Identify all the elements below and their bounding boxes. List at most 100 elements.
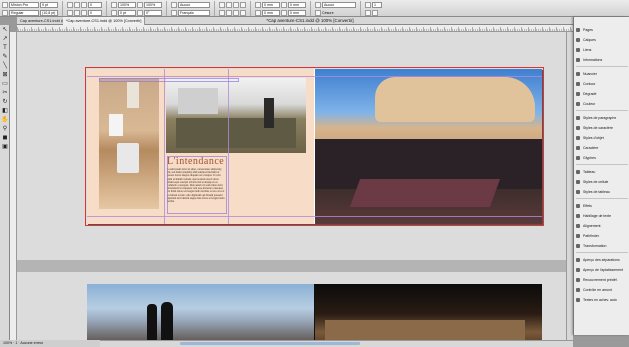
kerning-field[interactable]: 0 — [88, 9, 102, 16]
skew-field[interactable]: 0° — [144, 9, 162, 16]
font-family-field[interactable]: Minion Pro — [9, 1, 39, 8]
spread-gap — [17, 260, 573, 272]
tracking-field[interactable]: 0 — [88, 1, 102, 8]
direct-selection-icon[interactable]: ↗ — [1, 35, 9, 43]
menu-item-separations[interactable]: Aperçu des séparations — [576, 256, 628, 263]
photo-desert-meal[interactable] — [315, 69, 542, 224]
menu-item-effects[interactable]: Effets — [576, 202, 628, 209]
gradient-tool-icon[interactable]: ◧ — [1, 107, 9, 115]
vertical-scale-field[interactable]: 100% — [118, 1, 136, 8]
trap-icon — [576, 277, 580, 282]
vertical-scrollbar[interactable] — [566, 32, 573, 340]
para-style-select[interactable]: Aucun — [322, 1, 356, 8]
tab-document-2[interactable]: *Cap aventure-CS1.indd @ 100% [Convertir… — [63, 17, 146, 25]
font-style-field[interactable]: Regular — [9, 9, 39, 16]
photo-camp[interactable] — [166, 78, 306, 153]
first-line-indent-field[interactable]: 0 mm — [262, 9, 280, 16]
superscript-icon[interactable] — [74, 1, 80, 8]
language-icon — [171, 9, 177, 16]
menu-item-flattener[interactable]: Aperçu de l'aplatissement — [576, 266, 628, 273]
last-line-indent-field[interactable]: 0 mm — [288, 9, 306, 16]
horizontal-scale-field[interactable]: 100% — [144, 1, 162, 8]
align-center-icon[interactable] — [226, 1, 232, 8]
right-indent-field[interactable]: 0 mm — [288, 1, 306, 8]
stroke-icon — [576, 81, 580, 86]
menu-item-paragraph-styles[interactable]: Styles de paragraphe — [576, 114, 628, 121]
menu-item-pages[interactable]: Pages — [576, 26, 628, 33]
justify-left-icon[interactable] — [219, 9, 225, 16]
menu-label: Styles de caractère — [583, 125, 613, 130]
justify-center-icon[interactable] — [226, 9, 232, 16]
fill-stroke-icon[interactable]: ◼ — [1, 134, 9, 142]
menu-item-transform[interactable]: Transformation — [576, 242, 628, 249]
menu-item-preflight[interactable]: Contrôle en amont — [576, 286, 628, 293]
menu-item-character[interactable]: Caractère — [576, 144, 628, 151]
menu-item-align[interactable]: Alignement — [576, 222, 628, 229]
line-tool-icon[interactable]: ╲ — [1, 62, 9, 70]
menu-item-trap-presets[interactable]: Recouvrement prédéf. — [576, 276, 628, 283]
underline-icon[interactable] — [81, 1, 87, 8]
strikethrough-icon[interactable] — [81, 9, 87, 16]
justify-right-icon[interactable] — [233, 9, 239, 16]
menu-item-swatches[interactable]: Nuancier — [576, 70, 628, 77]
selection-tool-icon[interactable]: ↖ — [1, 26, 9, 34]
scissors-tool-icon[interactable]: ✂ — [1, 89, 9, 97]
menu-item-glyphs[interactable]: Glyphes — [576, 154, 628, 161]
menu-item-cell-styles[interactable]: Styles de cellule — [576, 178, 628, 185]
photo-night-camp[interactable] — [315, 284, 542, 340]
leading-field[interactable]: (10,8 pt) — [40, 9, 58, 16]
grid-align-icon[interactable] — [365, 9, 371, 16]
justify-all-icon[interactable] — [240, 9, 246, 16]
type-tool-icon[interactable]: T — [1, 44, 9, 52]
pen-tool-icon[interactable]: ✎ — [1, 53, 9, 61]
menu-item-text-wrap[interactable]: Habillage de texte — [576, 212, 628, 219]
photo-silhouettes[interactable] — [87, 284, 314, 340]
character-styles-icon — [576, 125, 580, 130]
rotate-tool-icon[interactable]: ↻ — [1, 98, 9, 106]
bullets-icon[interactable] — [372, 9, 378, 16]
char-style-select[interactable]: Aucun — [178, 1, 210, 8]
columns-field[interactable]: 1 — [372, 1, 382, 8]
zoom-level[interactable]: 100% — [3, 341, 12, 345]
menu-item-layers[interactable]: Calques — [576, 36, 628, 43]
left-indent-field[interactable]: 0 mm — [262, 1, 280, 8]
pasteboard[interactable]: L'intendance Lorem ipsum dolor sit amet,… — [17, 32, 573, 340]
menu-item-character-styles[interactable]: Styles de caractère — [576, 124, 628, 131]
align-left-icon[interactable] — [219, 1, 225, 8]
menu-item-table-styles[interactable]: Styles de tableau — [576, 188, 628, 195]
zoom-tool-icon[interactable]: ⚲ — [1, 125, 9, 133]
baseline-shift-field[interactable]: 0 pt — [118, 9, 136, 16]
font-size-field[interactable]: 9 pt — [40, 1, 58, 8]
rectangle-frame-icon[interactable]: ⊠ — [1, 71, 9, 79]
menu-item-gradient[interactable]: Dégradé — [576, 90, 628, 97]
align-right-icon[interactable] — [233, 1, 239, 8]
menu-item-autocorrect[interactable]: Textes en achev. auto — [576, 296, 628, 303]
all-caps-icon[interactable] — [67, 1, 73, 8]
view-mode-icon[interactable]: ▣ — [1, 143, 9, 151]
hyphenate-checkbox[interactable] — [315, 9, 321, 16]
divider — [106, 1, 107, 16]
small-caps-icon[interactable] — [67, 9, 73, 16]
hand-tool-icon[interactable]: ✋ — [1, 116, 9, 124]
menu-item-pathfinder[interactable]: Pathfinder — [576, 232, 628, 239]
baseline-shift-icon — [111, 9, 117, 16]
subscript-icon[interactable] — [74, 9, 80, 16]
character-mode-icon[interactable] — [2, 1, 8, 8]
photo-cooking[interactable] — [99, 78, 159, 209]
divider — [310, 1, 311, 16]
horizontal-scroll-thumb[interactable] — [180, 342, 360, 345]
object-styles-icon — [576, 135, 580, 140]
menu-item-info[interactable]: Informations — [576, 56, 628, 63]
vertical-ruler[interactable] — [10, 32, 17, 340]
paragraph-mode-icon[interactable] — [2, 9, 8, 16]
align-towards-spine-icon[interactable] — [240, 1, 246, 8]
menu-item-color[interactable]: Couleur — [576, 100, 628, 107]
menu-item-object-styles[interactable]: Styles d'objet — [576, 134, 628, 141]
menu-item-stroke[interactable]: Contour — [576, 80, 628, 87]
horizontal-ruler[interactable] — [17, 25, 573, 32]
autocorrect-icon — [576, 297, 580, 302]
menu-item-links[interactable]: Liens — [576, 46, 628, 53]
rectangle-tool-icon[interactable]: ▭ — [1, 80, 9, 88]
menu-item-table[interactable]: Tableau — [576, 168, 628, 175]
language-select[interactable]: Français — [178, 9, 210, 16]
